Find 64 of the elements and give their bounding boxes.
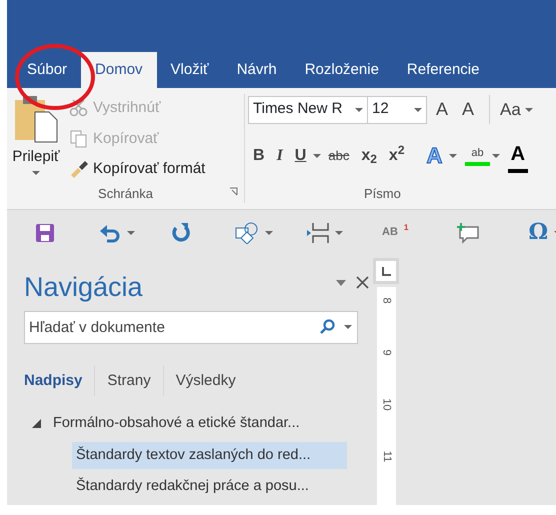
caret-icon xyxy=(449,154,458,158)
caret-icon xyxy=(414,108,422,112)
font-name-field[interactable]: Times New R xyxy=(248,96,368,124)
ruler-number: 11 xyxy=(381,450,392,462)
font-size-field[interactable]: 12 xyxy=(367,96,427,124)
change-case-button[interactable]: Aa xyxy=(489,94,538,124)
ruler-number: 8 xyxy=(381,297,392,304)
dialog-launcher-icon[interactable] xyxy=(229,186,238,196)
format-button[interactable]: B xyxy=(248,142,270,170)
redo-icon xyxy=(171,222,191,242)
tab-selector[interactable] xyxy=(373,258,399,284)
pane-tab[interactable]: Strany xyxy=(94,366,163,396)
close-icon[interactable] xyxy=(356,276,369,290)
ribbon-tab[interactable]: Referencie xyxy=(392,52,494,88)
footnote-button[interactable]: AB$^{1}$ xyxy=(378,218,412,248)
group-label: Schránka xyxy=(98,184,153,202)
ribbon-tab[interactable]: Domov xyxy=(81,52,157,88)
format-button[interactable]: U xyxy=(290,142,312,170)
caret-icon xyxy=(355,108,363,112)
format-button[interactable]: x$_{2}$ xyxy=(356,142,382,170)
shapes-icon xyxy=(235,222,259,244)
font-color-button[interactable]: A xyxy=(508,138,528,172)
heading-item[interactable]: Formálno-obsahové a etické štandar... xyxy=(49,410,304,438)
ribbon-tab[interactable]: Návrh xyxy=(222,52,291,88)
shrink-font-button[interactable]: A xyxy=(457,94,480,125)
grow-font-button[interactable]: A xyxy=(431,94,454,125)
search-field[interactable]: Hľadať v dokumente xyxy=(24,310,358,344)
expanded-triangle-icon[interactable] xyxy=(32,419,41,428)
caret-icon xyxy=(492,154,500,158)
scissors-icon xyxy=(69,98,89,118)
tab-stop-icon xyxy=(382,266,390,276)
search-icon xyxy=(320,318,336,335)
highlight-button[interactable]: ab xyxy=(465,145,490,166)
page-break-icon xyxy=(307,222,329,244)
pane-tab[interactable]: Nadpisy xyxy=(12,366,94,396)
caret-icon xyxy=(265,230,273,234)
undo-icon xyxy=(99,222,121,242)
caret-icon xyxy=(344,324,352,329)
caret-icon xyxy=(524,108,533,112)
caret-icon xyxy=(32,170,40,174)
copy-icon xyxy=(69,128,89,149)
paste-button[interactable]: Prilepiť xyxy=(7,94,65,184)
pane-options-icon[interactable] xyxy=(336,280,346,286)
caret-icon xyxy=(127,230,135,234)
ribbon-tab[interactable]: Rozloženie xyxy=(290,52,393,88)
heading-item[interactable]: Štandardy textov zaslaných do red... xyxy=(72,442,347,470)
symbol-button[interactable]: Ω xyxy=(524,218,556,248)
format-button[interactable]: I xyxy=(272,142,288,170)
format-button[interactable]: x$^{2}$ xyxy=(384,142,410,170)
format-button[interactable]: abc xyxy=(323,144,354,168)
ribbon-tab[interactable]: Súbor xyxy=(13,52,82,88)
pane-tab[interactable]: Výsledky xyxy=(162,366,248,396)
save-icon xyxy=(35,222,55,242)
paintbrush-icon xyxy=(69,159,89,180)
comment-icon xyxy=(456,222,480,244)
heading-item[interactable]: Štandardy redakčnej práce a posu... xyxy=(72,473,347,502)
pane-title: Navigácia xyxy=(24,270,144,303)
ribbon-button[interactable]: Kopírovať formát xyxy=(65,155,210,184)
ruler-number: 9 xyxy=(381,349,392,356)
ribbon-tab[interactable]: Vložiť xyxy=(156,52,223,88)
ruler-number: 10 xyxy=(381,398,392,411)
group-label: Písmo xyxy=(364,184,401,202)
caret-icon xyxy=(335,230,343,234)
caret-icon xyxy=(313,154,322,158)
